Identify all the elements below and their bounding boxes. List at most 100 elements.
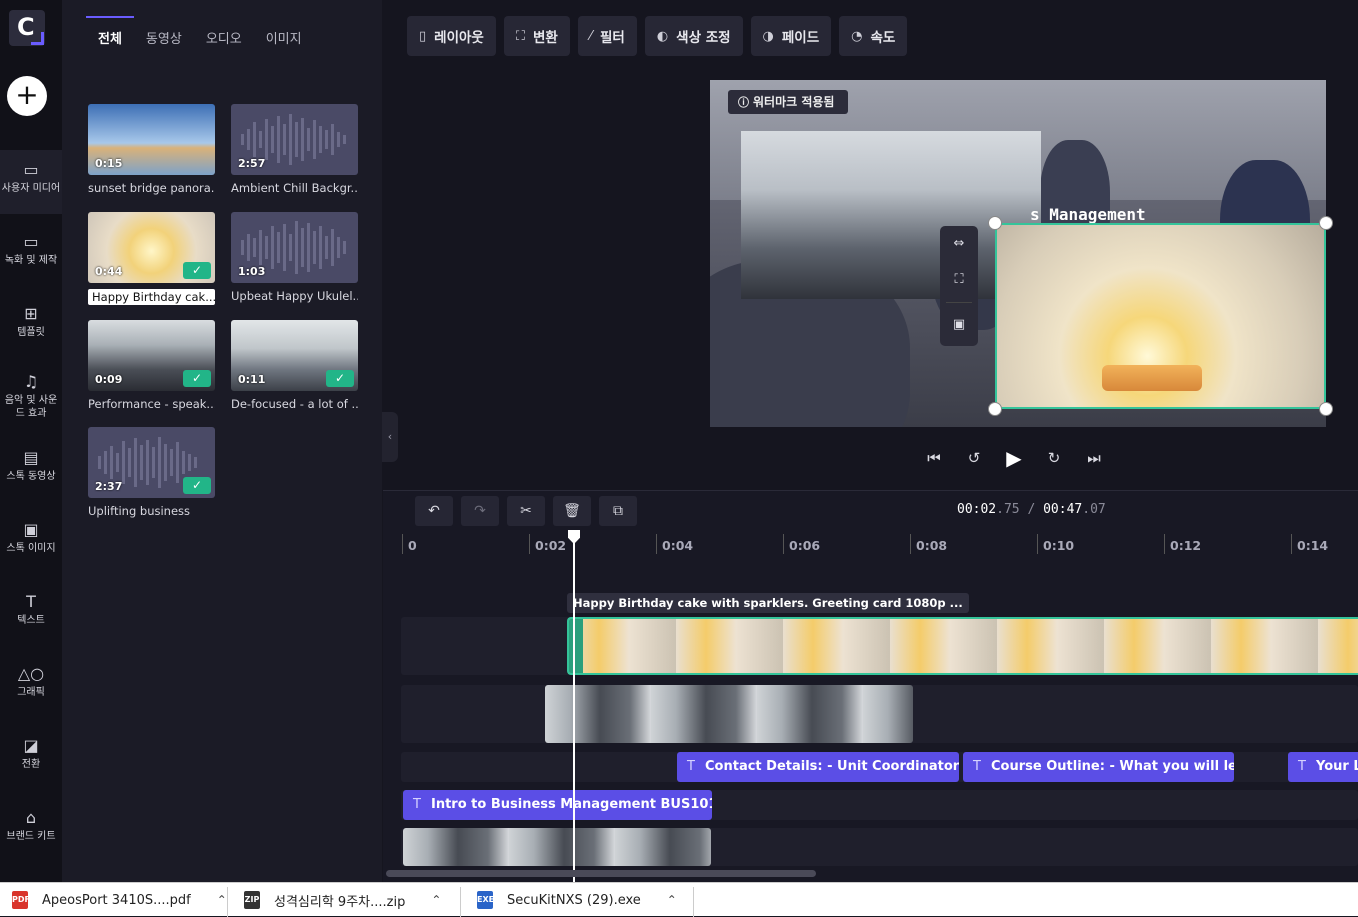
rail-item-record[interactable]: ▭ 녹화 및 제작 <box>0 222 62 286</box>
media-thumbnail[interactable]: 2:37 ✓ <box>88 427 215 498</box>
preview-title-text: s Management <box>1030 205 1146 224</box>
text-icon: T <box>26 592 36 611</box>
media-panel: 전체 동영상 오디오 이미지 0:15 sunset bridge panora… <box>62 0 382 882</box>
color-adjust-button[interactable]: ◐ 색상 조정 <box>644 16 743 56</box>
picture-in-picture-icon[interactable]: ▣ <box>940 307 978 343</box>
add-button[interactable]: + <box>7 76 47 116</box>
chevron-left-icon: ‹ <box>387 430 393 443</box>
media-card[interactable]: 2:57 Ambient Chill Backgr... <box>231 104 358 195</box>
rewind-5-icon[interactable]: ↺ <box>965 444 983 472</box>
duplicate-icon[interactable]: ⧉ <box>599 496 637 526</box>
trash-icon[interactable]: 🗑 <box>553 496 591 526</box>
video-camera-icon: ▭ <box>23 232 39 251</box>
timeline-text-clip[interactable]: TContact Details: - Unit Coordinator: Dr… <box>677 752 959 782</box>
layout-button[interactable]: ▯ 레이아웃 <box>407 16 496 56</box>
media-thumbnail[interactable]: 0:44 ✓ <box>88 212 215 283</box>
media-card[interactable]: 2:37 ✓ Uplifting business <box>88 427 215 518</box>
rail-item-transitions[interactable]: ◪ 전환 <box>0 726 62 790</box>
film-icon: ▤ <box>23 448 39 467</box>
timeline-text-clip[interactable]: TIntro to Business Management BUS101 Lec… <box>403 790 712 820</box>
media-caption: Happy Birthday cak... <box>88 289 215 305</box>
media-tabs: 전체 동영상 오디오 이미지 <box>86 16 314 53</box>
watermark-badge: ⓘ 워터마크 적용됨 <box>728 90 849 114</box>
resize-handle[interactable] <box>988 216 1002 230</box>
media-card[interactable]: 0:11 ✓ De-focused - a lot of ... <box>231 320 358 411</box>
trim-handle[interactable] <box>569 619 583 673</box>
selected-cake-clip[interactable] <box>995 223 1326 409</box>
pdf-icon: PDF <box>12 891 30 909</box>
text-icon: T <box>973 759 981 774</box>
overlay-tools: ⇔ ⛶ ▣ <box>940 226 978 346</box>
timeline-clip-cake[interactable] <box>567 617 1358 675</box>
timeline-text-clip[interactable]: TYour Le <box>1288 752 1358 782</box>
media-card[interactable]: 0:15 sunset bridge panora... <box>88 104 215 195</box>
brand-kit-icon: ⌂ <box>25 808 37 827</box>
info-icon: ⓘ <box>738 96 749 109</box>
resize-handle[interactable] <box>1319 216 1333 230</box>
shapes-icon: △○ <box>17 664 45 683</box>
resize-handle[interactable] <box>988 402 1002 416</box>
tab-all[interactable]: 전체 <box>86 16 134 53</box>
check-icon: ✓ <box>183 477 211 494</box>
download-item[interactable]: PDF ApeosPort 3410S....pdf ⌃ <box>12 883 227 917</box>
chevron-up-icon[interactable]: ⌃ <box>667 893 677 907</box>
check-icon: ✓ <box>183 370 211 387</box>
tab-audio[interactable]: 오디오 <box>194 16 254 53</box>
playhead[interactable] <box>573 530 575 882</box>
chevron-up-icon[interactable]: ⌃ <box>217 893 227 907</box>
media-thumbnail[interactable]: 0:15 <box>88 104 215 175</box>
tab-image[interactable]: 이미지 <box>254 16 314 53</box>
speed-button[interactable]: ◔ 속도 <box>839 16 908 56</box>
collapse-panel-button[interactable]: ‹ <box>382 412 398 462</box>
text-icon: T <box>687 759 695 774</box>
ruler-tick: 0:02 <box>529 534 566 554</box>
rail-item-your-media[interactable]: ▭ 사용자 미디어 <box>0 150 62 214</box>
play-icon[interactable]: ▶ <box>1005 444 1023 472</box>
playback-controls: ⏮ ↺ ▶ ↻ ⏭ <box>925 444 1103 472</box>
media-caption: De-focused - a lot of ... <box>231 397 358 411</box>
media-thumbnail[interactable]: 1:03 <box>231 212 358 283</box>
rail-item-music[interactable]: ♫ 음악 및 사운드 효과 <box>0 362 62 438</box>
filter-button[interactable]: ⁄ 필터 <box>577 16 637 56</box>
timeline-clip-performance[interactable] <box>403 828 711 866</box>
timeline-scrollbar[interactable] <box>386 870 816 877</box>
resize-handle[interactable] <box>1319 402 1333 416</box>
ruler-tick: 0 <box>402 534 417 554</box>
scissors-icon[interactable]: ✂ <box>507 496 545 526</box>
chevron-up-icon[interactable]: ⌃ <box>431 893 441 907</box>
skip-to-end-icon[interactable]: ⏭ <box>1085 444 1103 472</box>
forward-5-icon[interactable]: ↻ <box>1045 444 1063 472</box>
fade-button[interactable]: ◑ 페이드 <box>750 16 832 56</box>
media-thumbnail[interactable]: 0:11 ✓ <box>231 320 358 391</box>
undo-icon[interactable]: ↶ <box>415 496 453 526</box>
timeline-text-clip[interactable]: TCourse Outline: - What you will learn - <box>963 752 1234 782</box>
timeline-clip-crowd[interactable] <box>545 685 913 743</box>
media-card-selected[interactable]: 0:44 ✓ Happy Birthday cak... <box>88 212 215 305</box>
redo-icon[interactable]: ↷ <box>461 496 499 526</box>
rail-item-stock-video[interactable]: ▤ 스톡 동영상 <box>0 438 62 502</box>
media-card[interactable]: 1:03 Upbeat Happy Ukulel... <box>231 212 358 303</box>
rail-item-stock-images[interactable]: ▣ 스톡 이미지 <box>0 510 62 574</box>
rail-item-graphics[interactable]: △○ 그래픽 <box>0 654 62 718</box>
clip-label: Happy Birthday cake with sparklers. Gree… <box>567 593 969 613</box>
download-item[interactable]: ZIP 성격심리학 9주차....zip ⌃ <box>244 883 441 917</box>
rail-item-templates[interactable]: ⊞ 템플릿 <box>0 294 62 358</box>
ruler-tick: 0:12 <box>1164 534 1201 554</box>
skip-to-start-icon[interactable]: ⏮ <box>925 444 943 472</box>
media-thumbnail[interactable]: 0:09 ✓ <box>88 320 215 391</box>
tab-video[interactable]: 동영상 <box>134 16 194 53</box>
media-thumbnail[interactable]: 2:57 <box>231 104 358 175</box>
timecode: 00:02.75 / 00:47.07 <box>957 502 1106 517</box>
magic-wand-icon: ⁄ <box>589 28 592 44</box>
fill-frame-icon[interactable]: ⛶ <box>940 262 978 298</box>
ruler-tick: 0:06 <box>783 534 820 554</box>
timeline-ruler[interactable]: 0 0:02 0:04 0:06 0:08 0:10 0:12 0:14 <box>400 534 1358 558</box>
rail-item-text[interactable]: T 텍스트 <box>0 582 62 646</box>
fit-width-icon[interactable]: ⇔ <box>940 226 978 262</box>
download-item[interactable]: EXE SecuKitNXS (29).exe ⌃ <box>477 883 677 917</box>
media-card[interactable]: 0:09 ✓ Performance - speak... <box>88 320 215 411</box>
transform-button[interactable]: ⛶ 변환 <box>503 16 570 56</box>
rail-item-brand-kit[interactable]: ⌂ 브랜드 키트 <box>0 798 62 862</box>
timeline-toolbar: ↶ ↷ ✂ 🗑 ⧉ <box>415 496 637 526</box>
app-logo[interactable]: C <box>9 10 45 46</box>
